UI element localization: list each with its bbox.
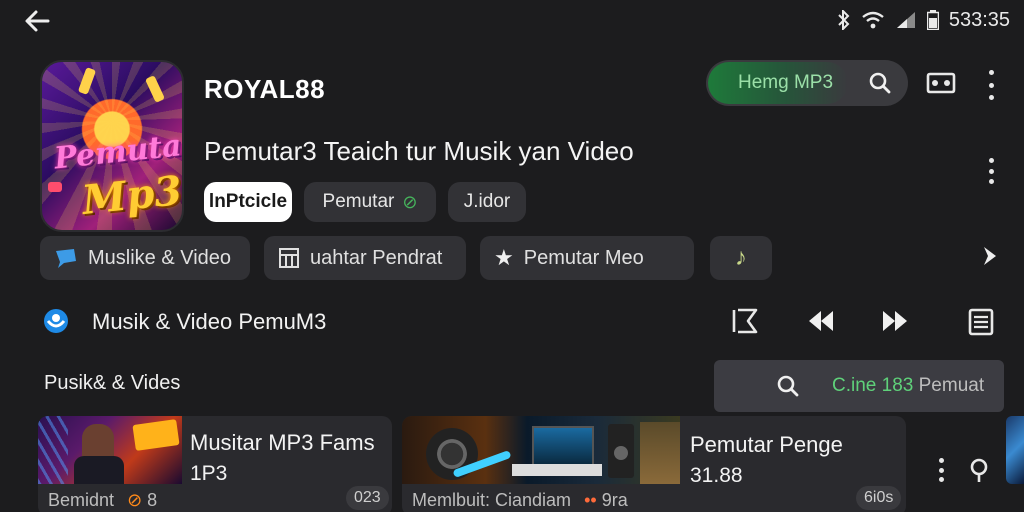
category-chip-label: Muslike & Video — [88, 246, 232, 269]
star-icon: ★ — [494, 245, 514, 270]
card-meta: Bemidnt ⊘ 8 — [48, 490, 157, 511]
status-bar: 533:35 — [837, 8, 1010, 32]
duration-badge: 6i0s — [856, 486, 902, 510]
fast-forward-icon[interactable] — [878, 304, 912, 338]
category-chip-label: Pemutar Meo — [523, 246, 644, 269]
search-icon — [869, 72, 891, 94]
card-subtitle: 31.88 — [690, 464, 743, 487]
next-card-peek[interactable] — [1006, 416, 1024, 484]
category-chip-1[interactable]: uahtar Pendrat — [264, 236, 466, 280]
card-subtitle: 1P3 — [190, 462, 228, 485]
card-meta-number: 8 — [147, 490, 158, 510]
media-card-1[interactable]: Pemutar Penge 31.88 Memlbuit: Ciandiam •… — [402, 416, 906, 512]
category-chip-2[interactable]: ★ Pemutar Meo — [480, 236, 694, 280]
status-time: 533:35 — [948, 8, 1010, 31]
chip-label: lnPtcicle — [208, 191, 288, 212]
chip-label: Pemutar — [322, 191, 395, 212]
cast-glyph-icon — [926, 72, 956, 94]
playlist-icon[interactable] — [964, 304, 998, 338]
repeat-icon[interactable] — [728, 304, 762, 338]
battery-icon — [926, 10, 939, 30]
search-query-text: C.ine 183 — [832, 375, 914, 396]
media-card-0[interactable]: Musitar MP3 Fams 1P3 Bemidnt ⊘ 8 023 — [38, 416, 392, 512]
chat-bubble-icon — [56, 249, 76, 268]
chip-item-0[interactable]: lnPtcicle — [204, 182, 292, 222]
wifi-icon — [862, 11, 884, 29]
back-button[interactable] — [22, 6, 52, 36]
card-meta-text: Memlbuit: Ciandiam — [412, 490, 572, 510]
pill-label: Hemg MP3 — [738, 72, 834, 93]
cast-icon[interactable] — [924, 66, 958, 100]
app-subtitle: Pemutar3 Teaich tur Musik yan Video — [204, 136, 634, 166]
signal-icon — [896, 12, 915, 28]
bluetooth-icon — [838, 10, 850, 30]
mp3-search-pill[interactable]: Hemg MP3 — [706, 60, 908, 106]
category-chip-0[interactable]: Muslike & Video — [40, 236, 250, 280]
category-chip-3[interactable]: ♪ — [710, 236, 772, 280]
rewind-icon[interactable] — [804, 304, 838, 338]
brand-title: ROYAL88 — [204, 74, 326, 104]
app-icon[interactable]: Pemutar Mp3 — [40, 60, 184, 232]
more-options-icon-secondary[interactable] — [986, 158, 996, 184]
dots-icon: •• — [584, 490, 597, 510]
card-thumbnail — [402, 416, 680, 484]
more-options-icon[interactable] — [986, 70, 996, 100]
search-hint-text: Pemuat — [918, 375, 985, 396]
card-title: Pemutar Penge — [690, 432, 843, 457]
leaf-icon: ⊘ — [402, 191, 418, 212]
grid-icon — [279, 248, 299, 268]
duration-badge: 023 — [346, 486, 389, 510]
card-title: Musitar MP3 Fams — [190, 430, 375, 455]
location-pin-icon[interactable] — [966, 456, 992, 489]
search-input-text: C.ine 183 Pemuat — [832, 375, 984, 397]
card-meta-text: Bemidnt — [48, 490, 115, 510]
search-input[interactable]: C.ine 183 Pemuat — [714, 360, 1004, 412]
chip-label: J.idor — [463, 191, 511, 212]
list-heading: Pusik& & Vides — [44, 372, 181, 394]
back-arrow-icon — [25, 10, 50, 32]
chip-item-1[interactable]: Pemutar ⊘ — [304, 182, 436, 222]
section-logo-icon — [40, 307, 72, 337]
section-title: Musik & Video PemuM3 — [92, 309, 327, 334]
card-thumbnail — [38, 416, 182, 484]
category-chip-label: uahtar Pendrat — [310, 246, 443, 269]
card-meta-number: 9ra — [601, 490, 628, 510]
search-icon — [777, 375, 799, 397]
card-more-options-icon[interactable] — [936, 458, 946, 482]
card-meta: Memlbuit: Ciandiam •• 9ra — [412, 490, 628, 511]
chip-item-2[interactable]: J.idor — [448, 182, 526, 222]
music-note-icon: ♪ — [735, 244, 747, 271]
chevron-right-icon[interactable] — [980, 244, 1000, 273]
fire-icon: ⊘ — [127, 490, 143, 510]
